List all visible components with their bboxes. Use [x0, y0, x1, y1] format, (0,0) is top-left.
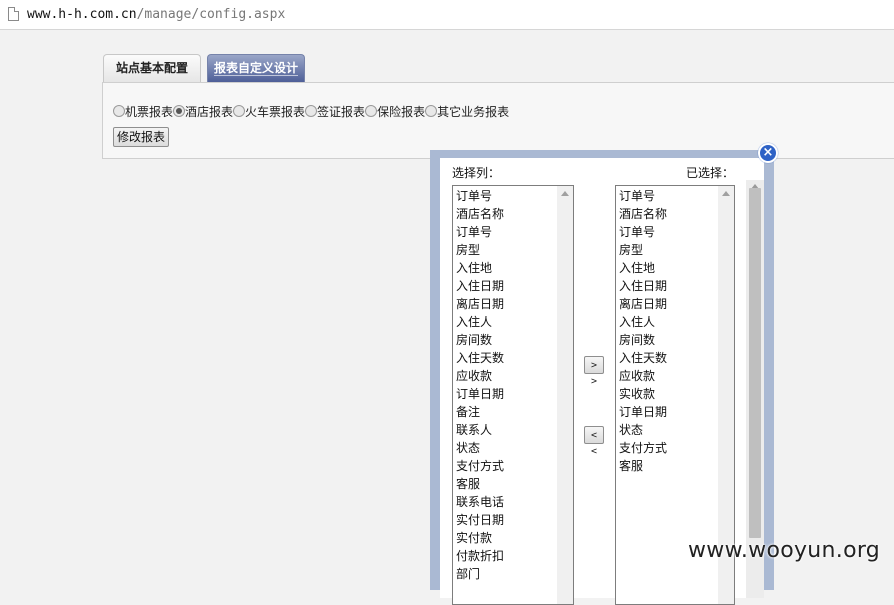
available-columns-list[interactable]: 订单号 酒店名称 订单号 房型 入住地 入住日期 离店日期 入住人 房间数 入住天数 应收款 订单日期…: [452, 185, 574, 605]
list-item[interactable]: 实收款: [619, 385, 667, 403]
tab-report-custom-design[interactable]: 报表自定义设计: [207, 54, 305, 82]
dialog-scrollbar[interactable]: [746, 180, 764, 598]
list-item[interactable]: 联系人: [456, 421, 504, 439]
list-item[interactable]: 房型: [456, 241, 504, 259]
list-item[interactable]: 房间数: [456, 331, 504, 349]
radio-flight-report[interactable]: 机票报表: [113, 103, 173, 120]
list-item[interactable]: 订单号: [619, 223, 667, 241]
list-item[interactable]: 订单日期: [619, 403, 667, 421]
list-item[interactable]: 支付方式: [619, 439, 667, 457]
radio-button[interactable]: [365, 105, 378, 117]
list-item[interactable]: 订单号: [619, 187, 667, 205]
selected-items: 订单号 酒店名称 订单号 房型 入住地 入住日期 离店日期 入住人 房间数 入住天数 应收款 实收款订…: [619, 187, 667, 475]
list-item[interactable]: 订单号: [456, 187, 504, 205]
close-icon[interactable]: ×: [758, 143, 778, 163]
list-item[interactable]: 部门: [456, 565, 504, 583]
list-item[interactable]: 客服: [619, 457, 667, 475]
dialog-body: 选择列： 已选择： 订单号 酒店名称 订单号 房型 入住地 入住日期 离店日期 入住人 房间数入…: [440, 158, 764, 605]
modify-report-button[interactable]: 修改报表: [113, 127, 170, 147]
list-item[interactable]: 应收款: [619, 367, 667, 385]
list-item[interactable]: 入住人: [456, 313, 504, 331]
radio-button-checked[interactable]: [173, 105, 186, 117]
report-type-radio-group: 机票报表 酒店报表 火车票报表 签证报表 保险报表 其它业务报表: [113, 103, 509, 120]
list-item[interactable]: 房间数: [619, 331, 667, 349]
radio-button[interactable]: [425, 105, 438, 117]
list-scrollbar[interactable]: [557, 186, 573, 604]
list-item[interactable]: 入住天数: [456, 349, 504, 367]
list-item[interactable]: 酒店名称: [619, 205, 667, 223]
radio-label: 其它业务报表: [437, 105, 510, 119]
scrollbar-thumb[interactable]: [749, 188, 761, 538]
radio-label: 火车票报表: [245, 105, 306, 119]
list-item[interactable]: 订单日期: [456, 385, 504, 403]
radio-hotel-report[interactable]: 酒店报表: [173, 103, 233, 120]
selected-columns-label: 已选择：: [685, 166, 734, 180]
address-bar[interactable]: www.h-h.com.cn/manage/config.aspx: [0, 0, 894, 30]
list-item[interactable]: 订单号: [456, 223, 504, 241]
available-columns-label: 选择列：: [452, 166, 501, 180]
list-item[interactable]: 房型: [619, 241, 667, 259]
scroll-up-icon[interactable]: [722, 191, 730, 196]
list-item[interactable]: 应收款: [456, 367, 504, 385]
url-path: /manage/config.aspx: [136, 7, 286, 22]
list-item[interactable]: 实付日期: [456, 511, 504, 529]
list-item[interactable]: 联系电话: [456, 493, 504, 511]
radio-button[interactable]: [305, 105, 318, 117]
list-item[interactable]: 入住地: [456, 259, 504, 277]
list-item[interactable]: 备注: [456, 403, 504, 421]
tab-site-basic-config[interactable]: 站点基本配置: [103, 54, 201, 82]
radio-visa-report[interactable]: 签证报表: [305, 103, 365, 120]
radio-insurance-report[interactable]: 保险报表: [365, 103, 425, 120]
remove-column-button[interactable]: < <: [584, 426, 604, 457]
list-item[interactable]: 客服: [456, 475, 504, 493]
list-item[interactable]: 支付方式: [456, 457, 504, 475]
available-items: 订单号 酒店名称 订单号 房型 入住地 入住日期 离店日期 入住人 房间数 入住天数 应收款 订单日期…: [456, 187, 504, 583]
list-item[interactable]: 酒店名称: [456, 205, 504, 223]
list-item[interactable]: 实付款: [456, 529, 504, 547]
page-icon: [8, 7, 19, 21]
radio-label: 酒店报表: [185, 105, 234, 119]
radio-label: 保险报表: [377, 105, 426, 119]
list-item[interactable]: 入住地: [619, 259, 667, 277]
list-item[interactable]: 入住人: [619, 313, 667, 331]
list-item[interactable]: 离店日期: [456, 295, 504, 313]
list-item[interactable]: 入住日期: [619, 277, 667, 295]
column-select-dialog: 选择列： 已选择： 订单号 酒店名称 订单号 房型 入住地 入住日期 离店日期 入住人 房间数入…: [430, 150, 774, 605]
list-item[interactable]: 状态: [456, 439, 504, 457]
list-item[interactable]: 入住日期: [456, 277, 504, 295]
list-item[interactable]: 状态: [619, 421, 667, 439]
tab-report-custom-design-label: 报表自定义设计: [213, 61, 298, 76]
radio-button[interactable]: [233, 105, 246, 117]
radio-train-report[interactable]: 火车票报表: [233, 103, 305, 120]
add-column-button[interactable]: > >: [584, 356, 604, 387]
scroll-up-icon[interactable]: [561, 191, 569, 196]
list-item[interactable]: 入住天数: [619, 349, 667, 367]
url-text[interactable]: www.h-h.com.cn/manage/config.aspx: [27, 7, 285, 22]
radio-other-report[interactable]: 其它业务报表: [425, 103, 509, 120]
url-host: www.h-h.com.cn: [27, 7, 137, 22]
list-item[interactable]: 离店日期: [619, 295, 667, 313]
radio-button[interactable]: [113, 105, 125, 117]
radio-label: 机票报表: [125, 105, 174, 119]
list-item[interactable]: 付款折扣: [456, 547, 504, 565]
watermark: www.wooyun.org: [688, 538, 881, 563]
radio-label: 签证报表: [317, 105, 366, 119]
